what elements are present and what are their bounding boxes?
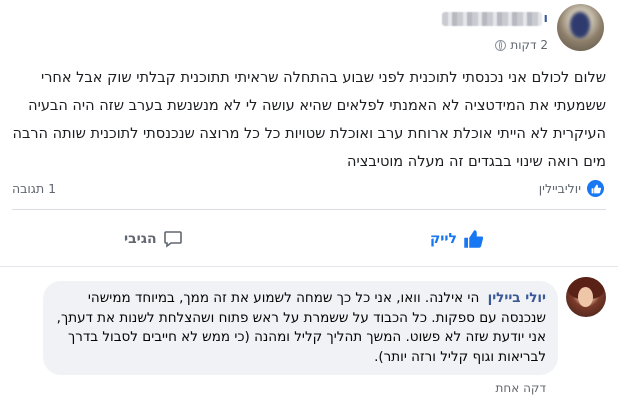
comment-bubble: יולי ביילין הי אילנה. וואו, אני כל כך שמ… [43, 281, 558, 375]
reaction-summary[interactable]: יוליביילין [539, 180, 604, 197]
like-button[interactable]: לייק [430, 224, 484, 254]
post-timestamp[interactable]: 2 דקות [495, 38, 548, 52]
comment-label: הגיבי [124, 231, 157, 247]
comment-icon [163, 231, 182, 248]
like-label: לייק [430, 231, 458, 247]
author-name[interactable]: ו [428, 10, 548, 27]
comment-text: הי אילנה. וואו, אני כל כך שמחה לשמוע את … [56, 290, 546, 365]
like-reaction-icon [587, 180, 604, 197]
divider [12, 209, 606, 210]
comment-timestamp[interactable]: דקה אחת [496, 381, 546, 395]
thumbs-up-icon [464, 230, 484, 248]
reactor-name: יוליביילין [538, 181, 581, 196]
commenter-avatar[interactable] [566, 277, 606, 317]
commenter-name[interactable]: יולי ביילין [488, 290, 546, 306]
globe-icon [495, 39, 507, 51]
timestamp-text: 2 דקות [510, 38, 548, 52]
post-card: ו 2 דקות שלום לכולם אני נכנסתי לתוכנית ל… [0, 0, 618, 266]
comments-section: יולי ביילין הי אילנה. וואו, אני כל כך שמ… [0, 266, 618, 402]
redacted-name [441, 11, 542, 26]
author-avatar[interactable] [557, 4, 604, 51]
comment-button[interactable]: הגיבי [124, 224, 183, 254]
post-body: שלום לכולם אני נכנסתי לתוכנית לפני שבוע … [12, 70, 607, 170]
comment-count[interactable]: 1 תגובה [12, 181, 56, 196]
author-name-suffix: ו [543, 11, 548, 26]
